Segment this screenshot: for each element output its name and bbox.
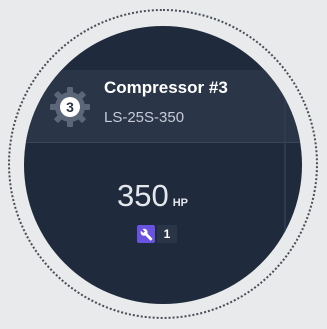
column-divider xyxy=(284,70,286,304)
power-value: 350 xyxy=(117,178,169,213)
equipment-model: LS-25S-350 xyxy=(104,109,185,126)
gear-icon-number: 3 xyxy=(66,99,74,115)
power-rating: 350 HP xyxy=(117,178,188,214)
equipment-title: Compressor #3 xyxy=(104,78,228,97)
work-order-count: 1 xyxy=(157,225,177,243)
magnifier-view: 3 Compressor #3 LS-25S-350 350 HP 1 xyxy=(0,0,327,329)
wrench-icon xyxy=(137,225,155,243)
header-divider xyxy=(24,142,302,143)
power-unit: HP xyxy=(172,197,189,209)
equipment-card[interactable]: 3 Compressor #3 LS-25S-350 350 HP 1 xyxy=(24,26,302,304)
work-order-badge[interactable]: 1 xyxy=(137,225,177,243)
magnifier-lens: 3 Compressor #3 LS-25S-350 350 HP 1 xyxy=(24,26,302,304)
gear-icon: 3 xyxy=(50,87,90,127)
